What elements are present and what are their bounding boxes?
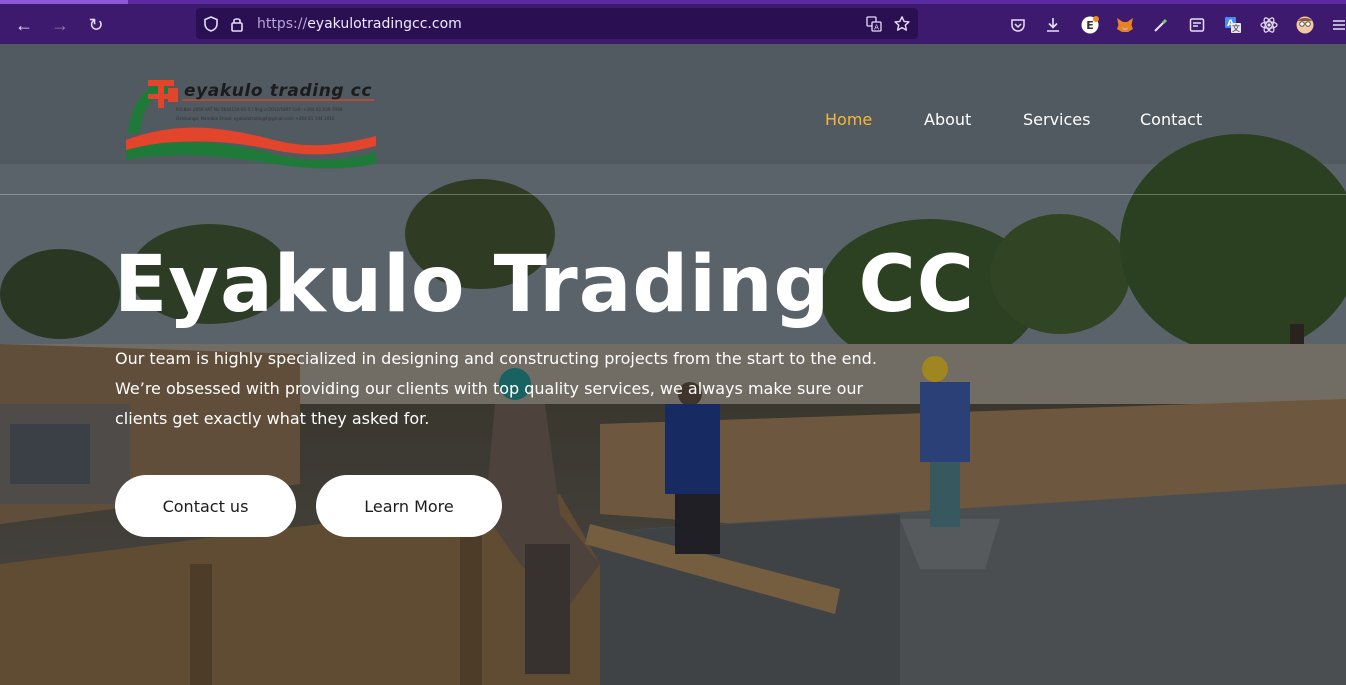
hero-title: Eyakulo Trading CC [114, 240, 975, 330]
download-icon[interactable] [1042, 14, 1064, 36]
address-bar[interactable]: https://eyakulotradingcc.com A [196, 8, 918, 39]
logo-contact-line-1: P.O.Box 2059 VAT No 5644150-01-5 / Reg.c… [176, 107, 343, 112]
hero-description: Our team is highly specialized in design… [115, 349, 877, 428]
react-devtools-icon[interactable] [1258, 14, 1280, 36]
learn-more-button[interactable]: Learn More [316, 475, 502, 537]
lock-icon[interactable] [228, 15, 246, 33]
extension-e-icon[interactable]: E [1079, 14, 1101, 36]
browser-toolbar: ← → ↻ https://eyakulotradingcc.com A E A… [0, 0, 1346, 44]
url-scheme: https:// [257, 16, 308, 32]
forward-icon[interactable]: → [49, 14, 71, 36]
logo-name: eyakulo trading cc [184, 81, 372, 101]
svg-text:E: E [1086, 19, 1094, 32]
reload-icon[interactable]: ↻ [85, 14, 107, 36]
svg-text:A: A [874, 24, 879, 32]
header-divider [0, 194, 1346, 195]
hero-section: eyakulo trading cc P.O.Box 2059 VAT No 5… [0, 44, 1346, 685]
pocket-icon[interactable] [1007, 14, 1029, 36]
back-icon[interactable]: ← [13, 14, 35, 36]
translate-extension-icon[interactable]: A文 [1222, 14, 1244, 36]
metamask-fox-icon[interactable] [1114, 14, 1136, 36]
logo-contact-line-2: Oshikango, Namibia Email: eyakulotrading… [176, 116, 335, 121]
profile-avatar-icon[interactable] [1294, 14, 1316, 36]
overflow-menu-icon[interactable] [1328, 14, 1346, 36]
svg-text:文: 文 [1232, 23, 1240, 33]
url-host: eyakulotradingcc.com [307, 16, 462, 32]
color-picker-icon[interactable] [1150, 14, 1172, 36]
nav-about[interactable]: About [924, 110, 971, 129]
company-logo[interactable]: eyakulo trading cc P.O.Box 2059 VAT No 5… [124, 78, 376, 170]
reader-icon[interactable] [1186, 14, 1208, 36]
contact-us-button[interactable]: Contact us [115, 475, 296, 537]
nav-home[interactable]: Home [825, 110, 872, 129]
bookmark-star-icon[interactable] [893, 15, 911, 33]
translate-icon[interactable]: A [865, 15, 883, 33]
active-tab-indicator [0, 0, 128, 4]
url-text: https://eyakulotradingcc.com [257, 16, 462, 32]
nav-services[interactable]: Services [1023, 110, 1090, 129]
shield-icon[interactable] [202, 15, 220, 33]
nav-contact[interactable]: Contact [1140, 110, 1202, 129]
